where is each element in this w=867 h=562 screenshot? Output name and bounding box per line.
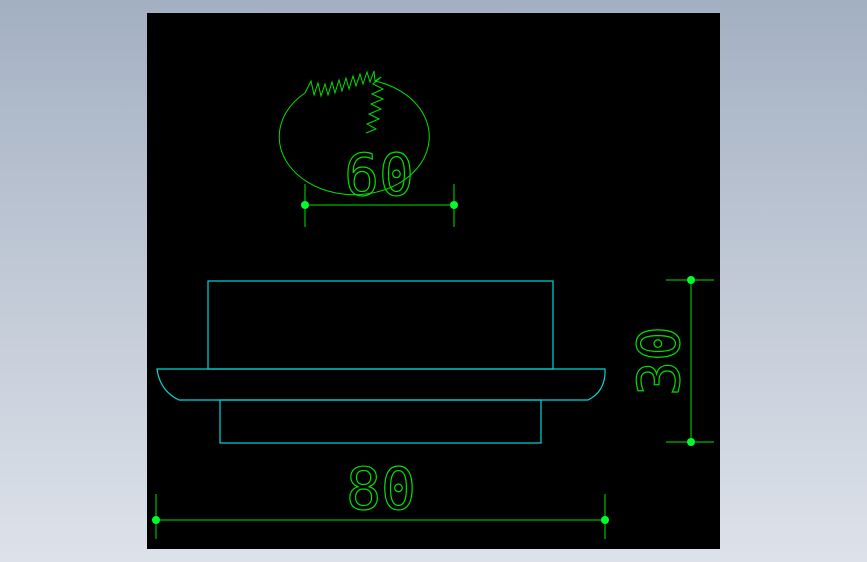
upper-body [207, 280, 554, 370]
zigzag-horizontal [304, 70, 382, 98]
side-view [156, 280, 606, 444]
dimension-label-30: 30 [625, 326, 693, 396]
dimension-label-60: 60 [344, 141, 414, 209]
cad-viewport[interactable]: 60 30 80 [147, 13, 720, 549]
dim-point[interactable] [450, 201, 458, 209]
dim-point[interactable] [301, 201, 309, 209]
dim-point[interactable] [687, 276, 695, 284]
dim-point[interactable] [687, 438, 695, 446]
dim-point[interactable] [601, 516, 609, 524]
dimension-30: 30 [624, 276, 714, 446]
dimension-label-80: 80 [346, 455, 416, 523]
cad-drawing: 60 30 80 [152, 70, 714, 539]
lower-body [219, 399, 542, 444]
dimension-60: 60 [301, 140, 458, 227]
dimension-80: 80 [152, 454, 609, 539]
dim-point[interactable] [152, 516, 160, 524]
zigzag-vertical [365, 76, 385, 134]
flange [156, 368, 606, 401]
